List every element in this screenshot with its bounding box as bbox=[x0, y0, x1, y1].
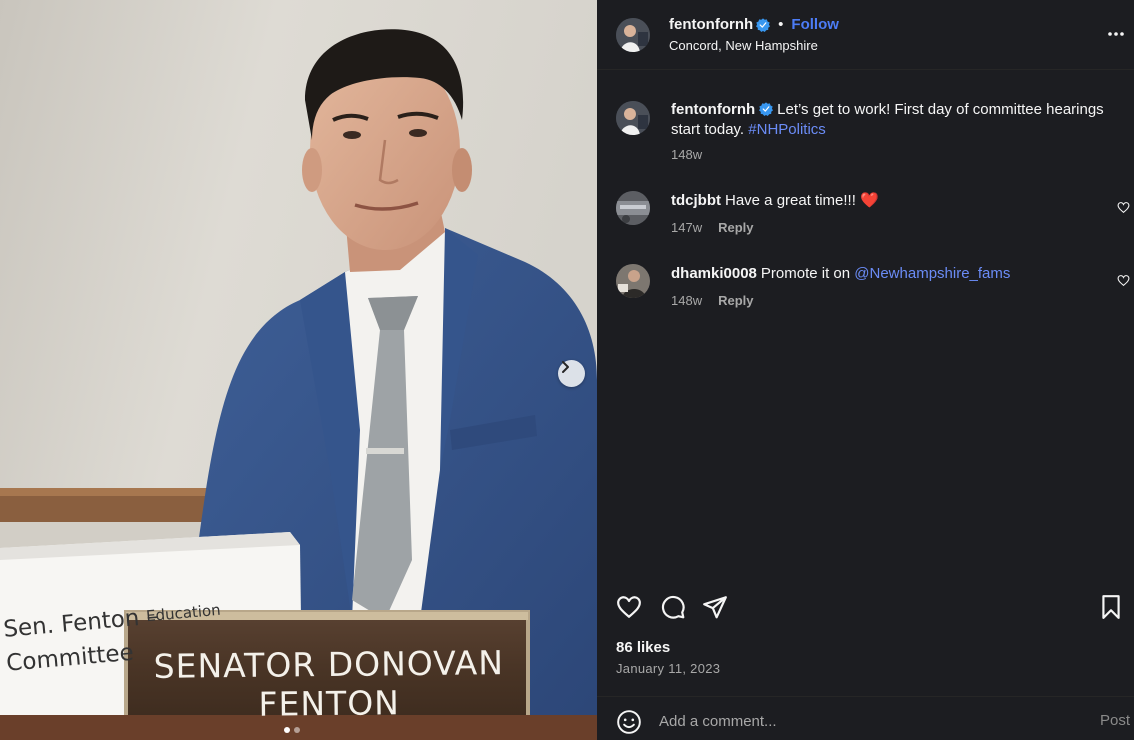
comment-composer: Post bbox=[597, 696, 1134, 740]
commenter-avatar[interactable] bbox=[616, 191, 650, 225]
nameplate-text: SENATOR DONOVAN FENTON bbox=[153, 643, 505, 724]
carousel-next-button[interactable] bbox=[558, 360, 585, 387]
paper-plane-icon[interactable] bbox=[702, 594, 728, 620]
heart-icon[interactable] bbox=[616, 594, 642, 620]
heart-icon[interactable] bbox=[1117, 274, 1130, 287]
comment-text: Promote it on bbox=[760, 265, 855, 282]
comment-item: dhamki0008 Promote it on @Newhampshire_fa… bbox=[616, 264, 1130, 314]
carousel-dot-2 bbox=[294, 727, 300, 733]
caption-body: fentonfornh Let’s get to work! First day… bbox=[671, 100, 1131, 140]
avatar-image bbox=[616, 101, 650, 135]
reply-button[interactable]: Reply bbox=[718, 293, 753, 308]
header-separator: • bbox=[778, 16, 784, 33]
caption-hashtag[interactable]: #NHPolitics bbox=[748, 121, 826, 138]
reply-button[interactable]: Reply bbox=[718, 220, 753, 235]
more-horizontal-icon[interactable] bbox=[1106, 24, 1126, 44]
post-caption: fentonfornh Let’s get to work! First day… bbox=[616, 101, 1126, 171]
comment-age[interactable]: 148w bbox=[671, 293, 702, 308]
post-photo: Sen. Fenton – Committee Education SENATO… bbox=[0, 0, 597, 740]
caption-age[interactable]: 148w bbox=[671, 147, 702, 162]
author-username[interactable]: fentonfornh bbox=[669, 16, 753, 33]
caption-meta: 148w bbox=[671, 147, 702, 162]
comment-body: dhamki0008 Promote it on @Newhampshire_fa… bbox=[671, 264, 1131, 284]
bookmark-icon[interactable] bbox=[1098, 594, 1124, 620]
post-comment-button[interactable]: Post bbox=[1100, 712, 1130, 729]
comment-text: Have a great time!!! ❤️ bbox=[725, 192, 879, 209]
comment-meta: 147w Reply bbox=[671, 220, 753, 235]
follow-button[interactable]: Follow bbox=[791, 16, 839, 33]
comment-input[interactable] bbox=[659, 710, 1059, 732]
carousel-dot-1 bbox=[284, 727, 290, 733]
chevron-right-icon bbox=[562, 361, 569, 373]
post-detail-panel: fentonfornh • Follow Concord, New Hampsh… bbox=[597, 0, 1134, 740]
avatar-image bbox=[616, 18, 650, 52]
post-header: fentonfornh • Follow Concord, New Hampsh… bbox=[597, 0, 1134, 70]
action-bar bbox=[616, 594, 1124, 620]
verified-badge-icon bbox=[756, 17, 771, 32]
smiley-icon[interactable] bbox=[616, 709, 642, 735]
comment-username[interactable]: dhamki0008 bbox=[671, 265, 757, 282]
avatar-image bbox=[616, 191, 650, 225]
comment-body: tdcjbbt Have a great time!!! ❤️ bbox=[671, 191, 1131, 211]
commenter-avatar[interactable] bbox=[616, 264, 650, 298]
verified-badge-icon bbox=[759, 102, 774, 116]
author-avatar[interactable] bbox=[616, 18, 650, 52]
heart-icon[interactable] bbox=[1117, 201, 1130, 214]
post-date: January 11, 2023 bbox=[616, 661, 721, 676]
header-row: fentonfornh • Follow bbox=[669, 16, 839, 33]
caption-username[interactable]: fentonfornh bbox=[671, 101, 755, 118]
comment-item: tdcjbbt Have a great time!!! ❤️ 147w Repl… bbox=[616, 191, 1130, 241]
likes-count[interactable]: 86 likes bbox=[616, 639, 670, 656]
comment-age[interactable]: 147w bbox=[671, 220, 702, 235]
carousel-indicator bbox=[284, 727, 300, 733]
comment-bubble-icon[interactable] bbox=[660, 594, 686, 620]
post-location[interactable]: Concord, New Hampshire bbox=[669, 38, 818, 53]
avatar-image bbox=[616, 264, 650, 298]
comment-username[interactable]: tdcjbbt bbox=[671, 192, 721, 209]
caption-avatar[interactable] bbox=[616, 101, 650, 135]
comment-meta: 148w Reply bbox=[671, 293, 753, 308]
comment-mention[interactable]: @Newhampshire_fams bbox=[854, 265, 1010, 282]
